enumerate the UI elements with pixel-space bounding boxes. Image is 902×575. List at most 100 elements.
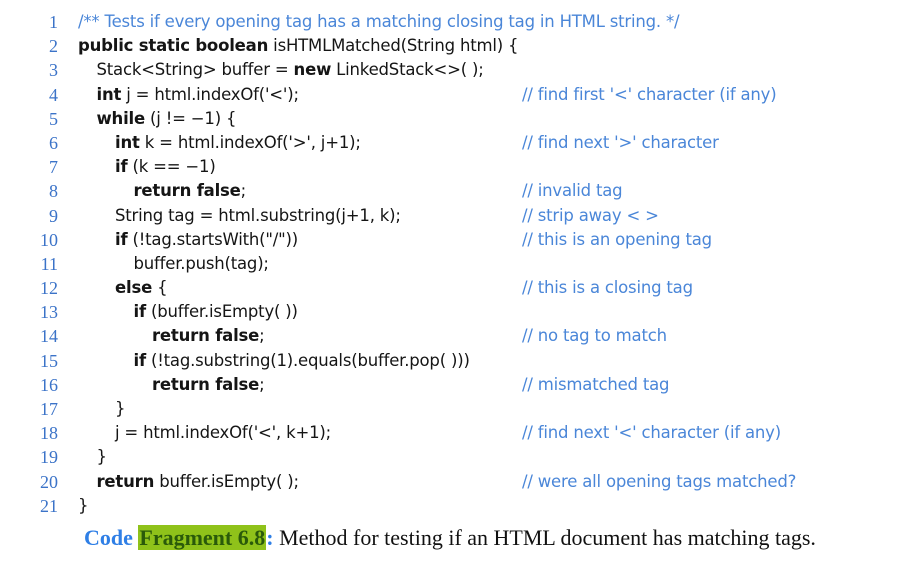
inline-comment: // mismatched tag [522,374,670,394]
caption-code-label: Code [84,525,133,550]
keyword: if [133,350,147,370]
line-number: 15 [40,350,58,371]
keyword: return false [133,181,241,201]
code-token: j = html.indexOf('<', k+1); [115,423,331,443]
code-line: 7 if (k == −1) [0,155,902,179]
code-token: } [96,447,108,467]
line-number: 19 [40,447,58,468]
line-number: 10 [40,229,58,250]
code-text: int j = html.indexOf('<'); [96,83,300,107]
code-text: } [115,397,126,421]
line-number: 7 [49,157,58,178]
inline-comment: // were all opening tags matched? [522,471,797,491]
keyword: return false [152,374,260,394]
code-text: int k = html.indexOf('>', j+1); [115,131,361,155]
line-number: 21 [40,495,58,516]
code-text: else { [115,276,168,300]
code-line: 12 else { // this is a closing tag [0,276,902,300]
code-text: if (k == −1) [115,155,216,179]
code-line: 21} [0,494,902,518]
code-text: j = html.indexOf('<', k+1); [115,421,331,445]
inline-comment: // find next '>' character [522,132,719,152]
code-line: 5 while (j != −1) { [0,107,902,131]
code-token: (buffer.isEmpty( )) [145,302,298,322]
code-text: return false; [134,179,247,203]
code-token: k = html.indexOf('>', j+1); [139,132,361,152]
keyword: while [96,108,146,128]
code-text: return buffer.isEmpty( ); [96,470,300,494]
code-text: } [78,494,89,518]
line-number: 18 [40,423,58,444]
code-line: 16 return false; // mismatched tag [0,373,902,397]
keyword: return [96,471,155,491]
code-line: 10 if (!tag.startsWith("/")) // this is an… [0,228,902,252]
code-line: 4 int j = html.indexOf('<'); // find first… [0,83,902,107]
code-line: 20 return buffer.isEmpty( ); // were all o… [0,470,902,494]
inline-comment: // this is a closing tag [522,278,693,298]
code-line: 2 public static boolean isHTMLMatched(Str… [0,34,902,58]
line-number: 12 [40,278,58,299]
inline-comment: // find first '<' character (if any) [522,84,777,104]
line-number: 17 [40,399,58,419]
code-text: if (!tag.startsWith("/")) [115,228,298,252]
code-text: String tag = html.substring(j+1, k); [115,204,401,228]
code-line: 19} [0,445,902,469]
line-number: 3 [49,60,58,81]
code-token: j = html.indexOf('<'); [121,84,299,104]
code-token: isHTMLMatched(String html) { [268,36,519,56]
code-line: 1 /** Tests if every opening tag has a ma… [0,10,902,34]
line-number: 20 [40,471,58,492]
code-line: 13 if (buffer.isEmpty( )) [0,300,902,324]
keyword: int [96,84,122,104]
code-line: 14 return false; // no tag to match [0,324,902,348]
code-line: 3 Stack<String> buffer = new LinkedStack<… [0,58,902,82]
code-text: } [96,445,108,469]
keyword: if [115,157,128,177]
caption-fragment-label: Fragment 6.8 [138,525,267,550]
doc-comment: /** Tests if every opening tag has a mat… [78,12,680,31]
code-text: Stack<String> buffer = new LinkedStack<>… [97,58,484,82]
inline-comment: // no tag to match [522,326,667,346]
code-token: LinkedStack<>( ); [331,60,484,80]
code-token: Stack<String> buffer = [96,60,294,80]
code-token: String tag = html.substring(j+1, k); [115,205,401,225]
line-number: 11 [40,253,58,274]
code-token: buffer.push(tag); [133,253,269,273]
keyword: return false [152,326,260,346]
code-text: if (buffer.isEmpty( )) [134,300,298,324]
code-token: buffer.isEmpty( ); [154,471,299,491]
keyword: else [115,278,153,298]
code-line: 8 return false; // invalid tag [0,179,902,203]
keyword: new [293,60,332,80]
code-token: (!tag.substring(1).equals(buffer.pop( ))… [145,350,470,370]
inline-comment: // this is an opening tag [522,229,712,249]
code-token: ; [259,374,265,394]
keyword: int [115,132,140,152]
code-token: } [115,399,126,418]
code-token: (k == −1) [127,157,216,177]
code-text: return false; [152,373,265,397]
caption-colon: : [266,525,274,550]
caption-text: Method for testing if an HTML document h… [273,525,816,550]
code-listing: 1 /** Tests if every opening tag has a ma… [0,10,902,518]
code-line: 11 buffer.push(tag); [0,252,902,276]
code-token: (j != −1) { [145,108,237,128]
line-number: 2 [49,36,58,57]
code-caption: Code Fragment 6.8: Method for testing if… [84,525,816,551]
code-line: 17} [0,397,902,421]
code-token: ; [240,181,247,201]
code-text: buffer.push(tag); [134,252,269,276]
code-token: (!tag.startsWith("/")) [127,229,298,249]
line-number: 14 [40,326,58,347]
code-text: return false; [152,324,265,348]
inline-comment: // strip away < > [522,205,659,225]
code-text: if (!tag.substring(1).equals(buffer.pop(… [134,349,470,373]
code-token: { [152,278,168,298]
code-line: 9 String tag = html.substring(j+1, k); // … [0,204,902,228]
line-number: 5 [49,108,58,129]
keyword: public static boolean [78,36,269,56]
line-number: 4 [49,84,58,105]
code-token: ; [259,326,265,346]
code-token: } [78,495,89,515]
code-text: /** Tests if every opening tag has a mat… [78,10,680,34]
